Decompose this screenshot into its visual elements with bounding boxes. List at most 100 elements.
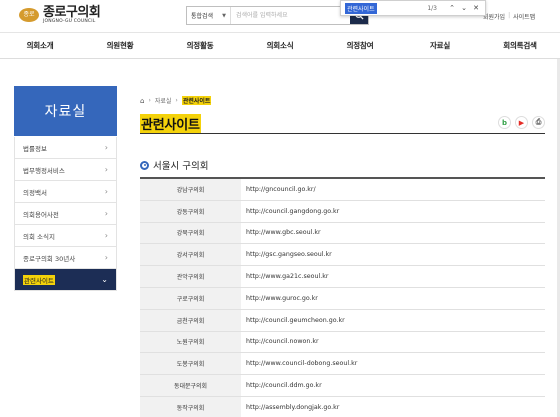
find-match-count: 1/3 — [427, 4, 437, 12]
council-link[interactable]: http://www.ga21c.seoul.kr — [241, 266, 545, 287]
council-name: 강북구의회 — [140, 222, 241, 244]
sidebar-item-label: 의회용어사전 — [23, 210, 59, 219]
section-title: 서울시 구의회 — [153, 161, 209, 172]
sidebar-item-label: 의회 소식지 — [23, 232, 55, 241]
breadcrumb: ⌂ › 자료실 › 관련사이트 — [140, 96, 545, 105]
search-scope-label: 통합검색 — [191, 13, 214, 20]
sidebar-item-30-years[interactable]: 종로구의회 30년사 › — [14, 247, 117, 269]
sidebar-item-label: 관련사이트 — [23, 274, 55, 285]
blog-icon[interactable]: b — [498, 116, 511, 129]
logo-emblem: 종로 — [19, 8, 39, 23]
chevron-right-icon: › — [104, 231, 108, 240]
main-content: ⌂ › 자료실 › 관련사이트 관련사이트 b ▶ ⎙ 서울시 구의회 강남구의… — [140, 96, 545, 417]
chevron-right-icon: › — [104, 143, 108, 152]
table-row: 노원구의회 http://council.nowon.kr — [140, 331, 545, 354]
nav-item-archive[interactable]: 자료실 — [400, 33, 480, 58]
nav-item-members[interactable]: 의원현황 — [80, 33, 160, 58]
chevron-right-icon: › — [104, 165, 108, 174]
council-name: 동작구의회 — [140, 396, 241, 417]
nav-item-about[interactable]: 의회소개 — [0, 33, 80, 58]
main-nav: 의회소개 의원현황 의정활동 의회소식 의정참여 자료실 회의록검색 — [0, 32, 560, 59]
section-header: 서울시 구의회 — [140, 158, 208, 172]
nav-item-news[interactable]: 의회소식 — [240, 33, 320, 58]
find-input[interactable]: 관련사이트 — [345, 2, 377, 14]
breadcrumb-current: 관련사이트 — [181, 96, 212, 105]
sidebar-item-related-sites[interactable]: 관련사이트 ⌄ — [14, 269, 117, 291]
utility-links: 회원가입 | 사이트맵 — [480, 12, 535, 21]
bullet-icon — [140, 160, 149, 170]
sidebar-item-label: 법무행정서비스 — [23, 166, 65, 175]
council-link[interactable]: http://gsc.gangseo.seoul.kr — [241, 244, 545, 265]
header: 종로 종로구의회 JONGNO-GU COUNCIL 통합검색 ▼ 회원가입 | — [0, 0, 560, 32]
find-next-icon[interactable]: ⌄ — [459, 4, 469, 12]
nav-item-participation[interactable]: 의정참여 — [320, 33, 400, 58]
find-prev-icon[interactable]: ⌃ — [447, 4, 457, 12]
title-divider — [140, 133, 545, 134]
council-name: 노원구의회 — [140, 331, 241, 353]
site-logo[interactable]: 종로 종로구의회 JONGNO-GU COUNCIL — [19, 6, 101, 25]
signup-link[interactable]: 회원가입 — [483, 12, 505, 21]
logo-subtitle: JONGNO-GU COUNCIL — [43, 19, 96, 24]
chevron-right-icon: › — [104, 209, 108, 218]
search-input[interactable] — [231, 7, 350, 24]
table-row: 강서구의회 http://gsc.gangseo.seoul.kr — [140, 244, 545, 267]
council-link[interactable]: http://council.nowon.kr — [241, 332, 545, 353]
related-sites-table: 강남구의회 http://gncouncil.go.kr/ 강동구의회 http… — [140, 177, 545, 417]
table-row: 강남구의회 http://gncouncil.go.kr/ — [140, 179, 545, 201]
chevron-down-icon: ▼ — [222, 12, 226, 19]
council-name: 구로구의회 — [140, 287, 241, 309]
page-title: 관련사이트 — [140, 114, 201, 133]
sidebar-item-white-paper[interactable]: 의정백서 › — [14, 181, 117, 203]
council-name: 강남구의회 — [140, 179, 241, 200]
find-close-icon[interactable]: ✕ — [471, 4, 481, 12]
council-name: 관악구의회 — [140, 266, 241, 287]
table-row: 강동구의회 http://council.gangdong.go.kr — [140, 200, 545, 223]
council-link[interactable]: http://www.gbc.seoul.kr — [241, 223, 545, 244]
sidebar-item-label: 종로구의회 30년사 — [23, 254, 76, 263]
sidebar-item-newsletter[interactable]: 의회 소식지 › — [14, 225, 117, 247]
chevron-right-icon: › — [104, 187, 108, 196]
council-link[interactable]: http://council.ddm.go.kr — [241, 375, 545, 396]
home-icon[interactable]: ⌂ — [140, 97, 144, 105]
table-row: 동대문구의회 http://council.ddm.go.kr — [140, 375, 545, 397]
breadcrumb-separator: › — [175, 97, 178, 104]
council-link[interactable]: http://council.geumcheon.go.kr — [241, 310, 545, 331]
nav-item-minutes[interactable]: 회의록검색 — [480, 33, 560, 58]
council-link[interactable]: http://council.gangdong.go.kr — [241, 201, 545, 222]
table-row: 도봉구의회 http://www.council-dobong.seoul.kr — [140, 353, 545, 376]
sidebar-item-glossary[interactable]: 의회용어사전 › — [14, 203, 117, 225]
find-in-page-bar: 관련사이트 1/3 ⌃ ⌄ ✕ — [340, 0, 486, 16]
sidebar-item-label: 법률정보 — [23, 144, 47, 153]
youtube-icon[interactable]: ▶ — [515, 116, 528, 129]
breadcrumb-item[interactable]: 자료실 — [155, 96, 172, 105]
council-name: 도봉구의회 — [140, 353, 241, 375]
sidebar-item-legal-service[interactable]: 법무행정서비스 › — [14, 159, 117, 181]
council-link[interactable]: http://www.guroc.go.kr — [241, 288, 545, 309]
council-name: 강서구의회 — [140, 244, 241, 266]
table-row: 관악구의회 http://www.ga21c.seoul.kr — [140, 266, 545, 288]
page: 종로 종로구의회 JONGNO-GU COUNCIL 통합검색 ▼ 회원가입 | — [0, 0, 560, 417]
council-link[interactable]: http://assembly.dongjak.go.kr — [241, 397, 545, 417]
council-name: 강동구의회 — [140, 200, 241, 222]
table-row: 동작구의회 http://assembly.dongjak.go.kr — [140, 396, 545, 417]
chevron-right-icon: › — [104, 253, 108, 262]
council-link[interactable]: http://gncouncil.go.kr/ — [241, 179, 545, 200]
nav-item-activities[interactable]: 의정활동 — [160, 33, 240, 58]
sidebar-item-label: 의정백서 — [23, 188, 47, 197]
breadcrumb-separator: › — [148, 97, 151, 104]
council-name: 동대문구의회 — [140, 375, 241, 396]
council-link[interactable]: http://www.council-dobong.seoul.kr — [241, 353, 545, 374]
table-row: 금천구의회 http://council.geumcheon.go.kr — [140, 309, 545, 332]
sidebar: 자료실 법률정보 › 법무행정서비스 › 의정백서 › 의회용어사전 › 의회 … — [14, 86, 117, 291]
print-icon[interactable]: ⎙ — [532, 116, 545, 129]
chevron-down-icon: ⌄ — [101, 275, 108, 284]
search-scope-select[interactable]: 통합검색 ▼ — [187, 7, 231, 24]
sitemap-link[interactable]: 사이트맵 — [513, 12, 535, 21]
table-row: 강북구의회 http://www.gbc.seoul.kr — [140, 222, 545, 245]
divider: | — [508, 12, 511, 19]
council-name: 금천구의회 — [140, 309, 241, 331]
sidebar-title: 자료실 — [14, 86, 117, 136]
share-buttons: b ▶ ⎙ — [494, 116, 545, 129]
sidebar-item-law-info[interactable]: 법률정보 › — [14, 137, 117, 159]
table-row: 구로구의회 http://www.guroc.go.kr — [140, 287, 545, 310]
